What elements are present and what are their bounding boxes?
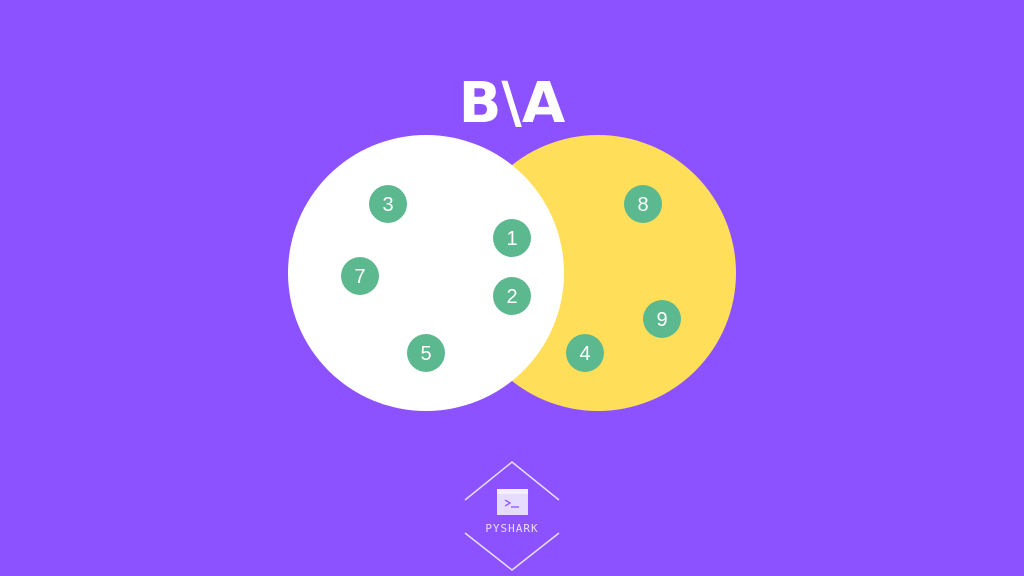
element-label: 2: [506, 286, 517, 308]
element-label: 8: [637, 194, 648, 216]
element-label: 5: [420, 343, 431, 365]
element-label: 1: [506, 228, 517, 250]
venn-diagram: B\A 3 1 7 2 5 8 9 4 PYSHARK: [288, 71, 736, 571]
element-label: 9: [656, 309, 667, 331]
element-label: 4: [579, 343, 590, 365]
element-label: 3: [382, 194, 393, 216]
element-label: 7: [354, 266, 365, 288]
logo-text: PYSHARK: [485, 522, 538, 535]
pyshark-logo: [464, 461, 560, 571]
diagram-title: B\A: [459, 71, 566, 136]
